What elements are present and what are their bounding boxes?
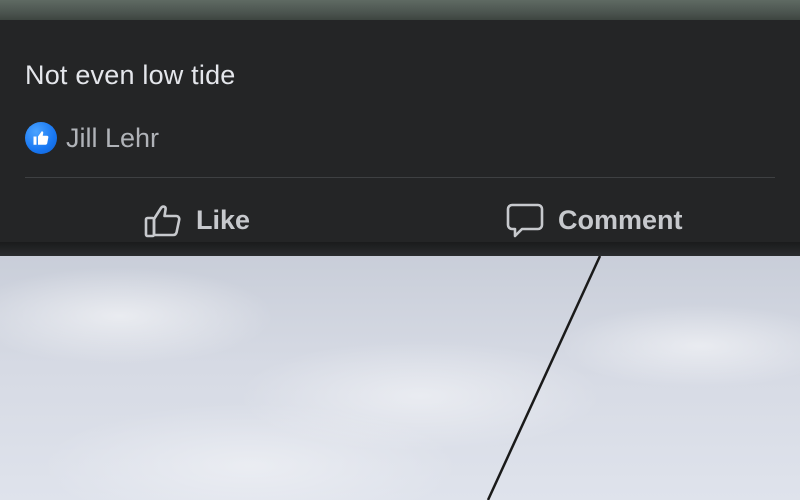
post-caption: Not even low tide — [25, 60, 236, 90]
like-button[interactable]: Like — [143, 196, 250, 244]
previous-photo[interactable] — [0, 0, 800, 22]
card-separator — [0, 242, 800, 256]
sky-photo[interactable] — [0, 256, 800, 500]
power-line — [486, 256, 602, 500]
post-card: Not even low tide Jill Lehr Like Comment — [0, 20, 800, 242]
comment-label: Comment — [558, 204, 683, 235]
post-viewer: Not even low tide Jill Lehr Like Comment — [0, 0, 800, 500]
thumbs-up-icon — [143, 200, 183, 240]
like-reaction-icon — [25, 122, 57, 154]
like-label: Like — [196, 204, 251, 235]
divider — [25, 177, 775, 178]
reactor-name: Jill Lehr — [66, 122, 160, 153]
comment-bubble-icon — [505, 200, 545, 240]
comment-button[interactable]: Comment — [505, 196, 683, 244]
reactions-summary[interactable]: Jill Lehr — [25, 122, 159, 154]
